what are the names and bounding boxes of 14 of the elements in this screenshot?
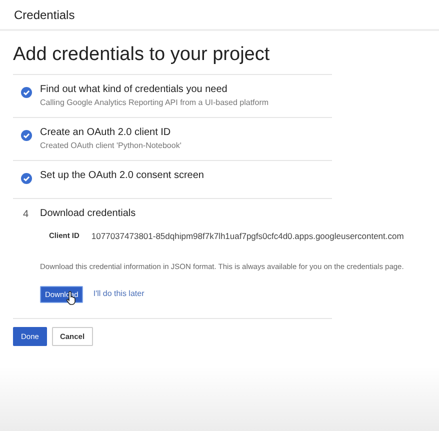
step-title: Set up the OAuth 2.0 consent screen	[40, 170, 204, 181]
do-later-link[interactable]: I'll do this later	[93, 289, 144, 298]
step-subtitle: Calling Google Analytics Reporting API from a UI-based platform	[40, 97, 270, 108]
check-circle-icon	[21, 173, 32, 184]
step-subtitle: Created OAuth client 'Python-Notebook'	[40, 140, 182, 151]
check-circle-icon	[21, 130, 32, 141]
step-title: Find out what kind of credentials you need	[40, 84, 228, 95]
check-circle-icon	[21, 87, 32, 98]
step-title: Download credentials	[40, 208, 137, 219]
client-id-value: 1077037473801-85dqhipm98f7k7lh1uaf7pgfs0cfc4d0.apps.googleusercontent.com	[91, 231, 404, 241]
page-title: Add credentials to your project	[13, 44, 271, 66]
step-title: Create an OAuth 2.0 client ID	[40, 127, 172, 138]
step-number: 4	[22, 209, 30, 220]
header-title: Credentials	[14, 8, 75, 22]
